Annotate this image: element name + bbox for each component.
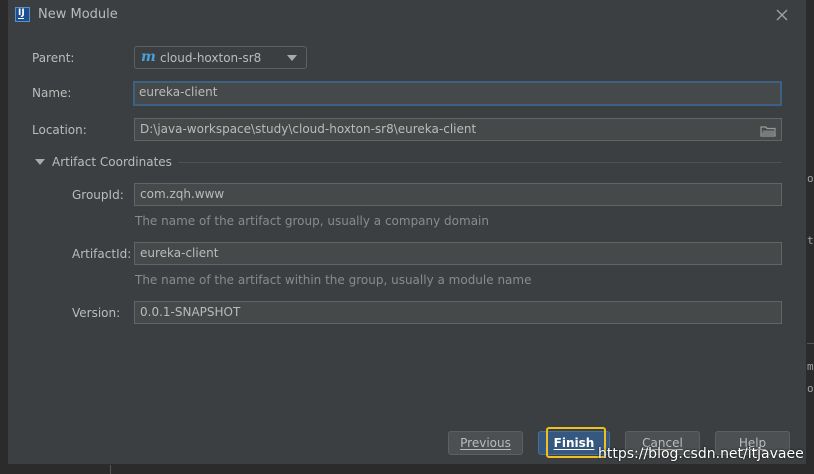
section-divider <box>178 162 782 163</box>
parent-label: Parent: <box>32 51 75 65</box>
intellij-app-icon: IJ <box>15 7 30 22</box>
version-label: Version: <box>72 306 121 320</box>
background-code-fragment: or <box>807 172 814 185</box>
previous-button[interactable]: Previous <box>448 431 523 455</box>
folder-icon[interactable] <box>760 125 776 137</box>
groupid-field[interactable]: com.zqh.www <box>134 183 782 206</box>
name-field[interactable]: eureka-client <box>133 81 782 106</box>
background-code-fragment: m <box>807 360 814 373</box>
dialog-title: New Module <box>38 7 118 22</box>
parent-value: cloud-hoxton-sr8 <box>160 51 262 65</box>
groupid-label: GroupId: <box>72 188 124 202</box>
background-divider <box>807 343 814 344</box>
module-icon: m <box>141 49 156 65</box>
chevron-down-icon <box>287 55 297 61</box>
name-label: Name: <box>32 86 72 100</box>
location-label: Location: <box>32 123 87 137</box>
background-statusbar <box>0 464 814 474</box>
new-module-dialog: IJ New Module Parent: m cloud-hoxton-sr8… <box>8 0 807 465</box>
csdn-watermark: https://blog.csdn.net/itjavaee <box>598 446 804 462</box>
artifactid-hint: The name of the artifact within the grou… <box>135 273 532 287</box>
artifact-coordinates-title[interactable]: Artifact Coordinates <box>52 155 172 169</box>
location-field[interactable]: D:\java-workspace\study\cloud-hoxton-sr8… <box>134 118 782 141</box>
section-collapse-icon[interactable] <box>35 159 45 165</box>
groupid-hint: The name of the artifact group, usually … <box>135 214 489 228</box>
artifactid-field[interactable]: eureka-client <box>134 242 782 265</box>
close-icon[interactable] <box>772 5 792 25</box>
dialog-titlebar: IJ New Module <box>8 0 806 30</box>
version-field[interactable]: 0.0.1-SNAPSHOT <box>134 301 782 324</box>
background-code-fragment: ot <box>807 382 814 395</box>
parent-dropdown[interactable]: m cloud-hoxton-sr8 <box>134 46 307 69</box>
background-code-fragment: te <box>807 234 814 247</box>
artifactid-label: ArtifactId: <box>72 247 132 261</box>
finish-highlight-frame <box>546 427 606 458</box>
